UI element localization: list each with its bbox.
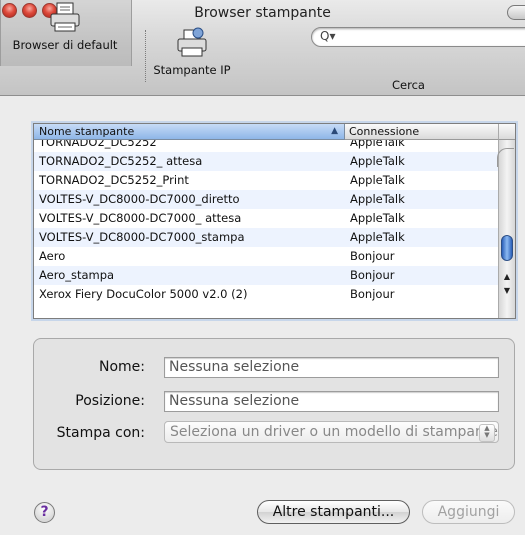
column-header-connection[interactable]: Connessione — [345, 124, 498, 140]
printer-connection: AppleTalk — [350, 140, 405, 149]
scroll-down-icon[interactable]: ▼ — [502, 286, 512, 295]
list-row[interactable]: TORNADO2_DC5252_Print AppleTalk — [34, 171, 498, 190]
printer-name: TORNADO2_DC5252_ attesa — [39, 154, 203, 168]
more-printers-button[interactable]: Altre stampanti... — [257, 500, 410, 524]
list-header: Nome stampante ▲ Connessione — [34, 124, 515, 140]
list-rows: TORNADO2_DC5252 AppleTalk TORNADO2_DC525… — [34, 140, 498, 318]
sort-up-icon: ▲ — [331, 126, 338, 136]
scrollbar-track-cap — [497, 148, 514, 167]
select-stepper-icon: ▲ ▼ — [479, 424, 495, 442]
location-label: Posizione: — [75, 393, 145, 409]
network-printer-icon — [175, 27, 209, 59]
search-field[interactable]: Q▾ — [311, 27, 525, 47]
toolbar-default-label: Browser di default — [12, 38, 118, 52]
list-row[interactable]: Aero Bonjour — [34, 247, 498, 266]
column-header-name-label: Nome stampante — [39, 125, 135, 138]
list-scrollbar[interactable]: ▲ ▼ — [497, 140, 515, 318]
printer-connection: Bonjour — [350, 268, 395, 282]
printer-connection: AppleTalk — [350, 211, 405, 225]
add-button[interactable]: Aggiungi — [422, 500, 515, 524]
search-label: Cerca — [392, 78, 425, 92]
printer-connection: Bonjour — [350, 249, 395, 263]
search-icon: Q▾ — [320, 29, 336, 43]
printer-name: VOLTES-V_DC8000-DC7000_ attesa — [39, 211, 242, 225]
list-row[interactable]: VOLTES-V_DC8000-DC7000_stampa AppleTalk — [34, 228, 498, 247]
name-label: Nome: — [98, 359, 145, 375]
toolbar-default-browser[interactable]: Browser di default — [0, 0, 132, 66]
list-row[interactable]: VOLTES-V_DC8000-DC7000_diretto AppleTalk — [34, 190, 498, 209]
toolbar-toggle-button[interactable] — [507, 5, 525, 20]
printer-name: Aero_stampa — [39, 268, 115, 282]
printer-connection: Bonjour — [350, 287, 395, 301]
list-row[interactable]: Aero_stampa Bonjour — [34, 266, 498, 285]
help-button[interactable]: ? — [34, 502, 55, 523]
list-row[interactable]: TORNADO2_DC5252 AppleTalk — [34, 140, 498, 152]
printer-browser-window: Browser stampante Browser di default Sta… — [0, 0, 525, 535]
printer-connection: AppleTalk — [350, 154, 405, 168]
print-using-value: Seleziona un driver o un modello di stam… — [170, 424, 498, 440]
location-field[interactable]: Nessuna selezione — [164, 391, 499, 412]
print-using-select[interactable]: Seleziona un driver o un modello di stam… — [164, 421, 499, 443]
column-header-name[interactable]: Nome stampante ▲ — [34, 124, 345, 140]
scrollbar-thumb[interactable] — [501, 235, 513, 261]
name-field[interactable]: Nessuna selezione — [164, 357, 499, 378]
toolbar-ip-label: Stampante IP — [153, 63, 231, 77]
list-row[interactable]: Xerox Fiery DocuColor 5000 v2.0 (2) Bonj… — [34, 285, 498, 304]
printer-name: VOLTES-V_DC8000-DC7000_diretto — [39, 192, 240, 206]
printer-name: VOLTES-V_DC8000-DC7000_stampa — [39, 230, 245, 244]
printer-icon — [48, 2, 82, 34]
toolbar-ip-printer[interactable]: Stampante IP — [137, 27, 247, 77]
list-row[interactable]: VOLTES-V_DC8000-DC7000_ attesa AppleTalk — [34, 209, 498, 228]
title-toolbar: Browser stampante Browser di default Sta… — [0, 0, 525, 96]
printer-name: Aero — [39, 249, 66, 263]
printer-connection: AppleTalk — [350, 230, 405, 244]
printer-name: TORNADO2_DC5252 — [39, 140, 157, 149]
print-using-label: Stampa con: — [56, 425, 145, 441]
printer-connection: AppleTalk — [350, 173, 405, 187]
printer-name: Xerox Fiery DocuColor 5000 v2.0 (2) — [39, 287, 248, 301]
printer-list[interactable]: Nome stampante ▲ Connessione TORNADO2_DC… — [33, 123, 516, 319]
scroll-up-icon[interactable]: ▲ — [502, 272, 512, 281]
printer-connection: AppleTalk — [350, 192, 405, 206]
printer-name: TORNADO2_DC5252_Print — [39, 173, 189, 187]
printer-info-panel: Nome: Nessuna selezione Posizione: Nessu… — [33, 338, 515, 470]
list-row[interactable]: TORNADO2_DC5252_ attesa AppleTalk — [34, 152, 498, 171]
column-header-filler — [498, 124, 515, 140]
